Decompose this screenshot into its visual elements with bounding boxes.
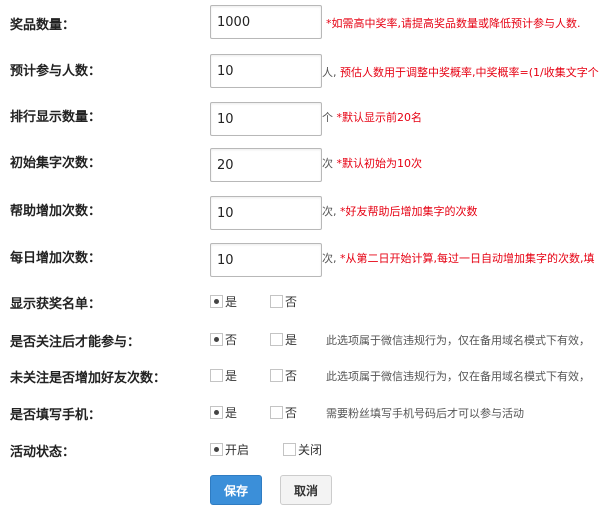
help-increase-hint: *好友帮助后增加集字的次数	[340, 205, 478, 218]
follow-required-option-no-label: 否	[225, 333, 238, 347]
rank-display-label: 排行显示数量：	[10, 110, 102, 125]
initial-collect-label: 初始集字次数：	[10, 156, 102, 171]
expected-participants-row: 预计参与人数： 人, 预估人数用于调整中奖概率,中奖概率=(1/收集文字个	[0, 52, 615, 88]
activity-status-label: 活动状态：	[10, 445, 76, 460]
help-increase-input[interactable]	[210, 196, 322, 230]
follow-required-note: 此选项属于微信违规行为，仅在备用域名模式下有效，	[326, 334, 590, 347]
radio-unchecked-icon	[270, 333, 283, 346]
daily-increase-suffix-wrap: 次, *从第二日开始计算,每过一日自动增加集字的次数,填	[322, 250, 595, 266]
show-winners-label: 显示获奖名单：	[10, 297, 102, 312]
radio-unchecked-icon	[210, 369, 223, 382]
expected-participants-unit: 人,	[322, 66, 337, 79]
radio-unchecked-icon	[270, 295, 283, 308]
activity-status-row: 活动状态： 开启 关闭	[0, 440, 615, 460]
radio-unchecked-icon	[283, 443, 296, 456]
require-phone-option-no-label: 否	[285, 406, 298, 420]
help-increase-suffix-wrap: 次, *好友帮助后增加集字的次数	[322, 203, 478, 219]
prize-count-input[interactable]	[210, 5, 322, 39]
expected-participants-hint: 预估人数用于调整中奖概率,中奖概率=(1/收集文字个	[340, 66, 599, 79]
rank-display-hint: *默认显示前20名	[336, 111, 423, 124]
radio-checked-icon	[210, 295, 223, 308]
require-phone-note: 需要粉丝填写手机号码后才可以参与活动	[326, 407, 524, 420]
radio-checked-icon	[210, 443, 223, 456]
unfollowed-friend-bonus-option-no-label: 否	[285, 369, 298, 383]
initial-collect-suffix-wrap: 次 *默认初始为10次	[322, 155, 422, 171]
radio-unchecked-icon	[270, 369, 283, 382]
radio-checked-icon	[210, 406, 223, 419]
unfollowed-friend-bonus-note: 此选项属于微信违规行为，仅在备用域名模式下有效，	[326, 370, 590, 383]
follow-required-option-yes-label: 是	[285, 333, 298, 347]
require-phone-option-yes-label: 是	[225, 406, 238, 420]
rank-display-row: 排行显示数量： 个 *默认显示前20名	[0, 100, 615, 136]
prize-count-row: 奖品数量： *如需高中奖率,请提高奖品数量或降低预计参与人数.	[0, 5, 615, 39]
unfollowed-friend-bonus-label: 未关注是否增加好友次数：	[10, 371, 167, 386]
require-phone-label: 是否填写手机：	[10, 408, 102, 423]
daily-increase-unit: 次,	[322, 252, 337, 265]
help-increase-row: 帮助增加次数： 次, *好友帮助后增加集字的次数	[0, 194, 615, 230]
radio-checked-icon	[210, 333, 223, 346]
help-increase-unit: 次,	[322, 205, 337, 218]
initial-collect-row: 初始集字次数： 次 *默认初始为10次	[0, 146, 615, 182]
rank-display-input[interactable]	[210, 102, 322, 136]
show-winners-row: 显示获奖名单： 是 否	[0, 292, 615, 312]
show-winners-option-no-label: 否	[285, 295, 298, 309]
save-button[interactable]: 保存	[210, 475, 262, 505]
unfollowed-friend-bonus-option-yes-label: 是	[225, 369, 238, 383]
radio-unchecked-icon	[270, 406, 283, 419]
require-phone-row: 是否填写手机： 是 否 需要粉丝填写手机号码后才可以参与活动	[0, 403, 615, 423]
show-winners-option-yes-label: 是	[225, 295, 238, 309]
activity-status-option-on-label: 开启	[225, 443, 250, 457]
daily-increase-row: 每日增加次数： 次, *从第二日开始计算,每过一日自动增加集字的次数,填	[0, 241, 615, 277]
rank-display-unit: 个	[322, 111, 333, 124]
expected-participants-input[interactable]	[210, 54, 322, 88]
cancel-button[interactable]: 取消	[280, 475, 332, 505]
follow-required-row: 是否关注后才能参与： 否 是 此选项属于微信违规行为，仅在备用域名模式下有效，	[0, 330, 615, 350]
daily-increase-hint: *从第二日开始计算,每过一日自动增加集字的次数,填	[340, 252, 595, 265]
expected-participants-label: 预计参与人数：	[10, 64, 102, 79]
expected-participants-suffix-wrap: 人, 预估人数用于调整中奖概率,中奖概率=(1/收集文字个	[322, 64, 599, 80]
initial-collect-unit: 次	[322, 157, 333, 170]
prize-count-hint-wrap: *如需高中奖率,请提高奖品数量或降低预计参与人数.	[326, 15, 581, 31]
prize-count-label: 奖品数量：	[10, 18, 76, 33]
initial-collect-input[interactable]	[210, 148, 322, 182]
daily-increase-input[interactable]	[210, 243, 322, 277]
prize-count-hint: *如需高中奖率,请提高奖品数量或降低预计参与人数.	[326, 17, 581, 30]
follow-required-label: 是否关注后才能参与：	[10, 335, 141, 350]
unfollowed-friend-bonus-row: 未关注是否增加好友次数： 是 否 此选项属于微信违规行为，仅在备用域名模式下有效…	[0, 366, 615, 386]
help-increase-label: 帮助增加次数：	[10, 204, 102, 219]
initial-collect-hint: *默认初始为10次	[336, 157, 423, 170]
activity-status-option-off-label: 关闭	[298, 443, 323, 457]
daily-increase-label: 每日增加次数：	[10, 251, 102, 266]
rank-display-suffix-wrap: 个 *默认显示前20名	[322, 109, 422, 125]
